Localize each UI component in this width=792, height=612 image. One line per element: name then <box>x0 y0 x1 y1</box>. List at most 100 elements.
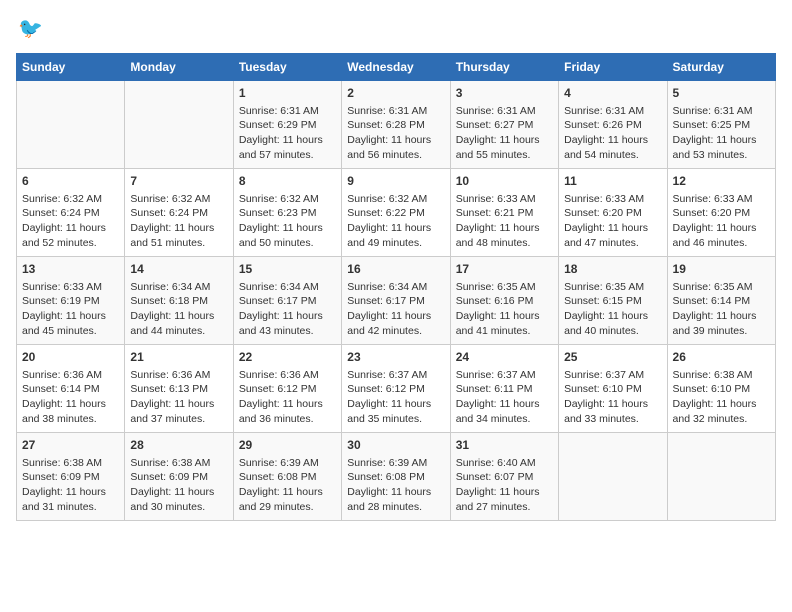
col-header-saturday: Saturday <box>667 54 775 81</box>
day-info: Sunrise: 6:32 AM Sunset: 6:22 PM Dayligh… <box>347 192 444 251</box>
col-header-friday: Friday <box>559 54 667 81</box>
day-number: 24 <box>456 349 553 366</box>
calendar-cell <box>17 81 125 169</box>
day-number: 11 <box>564 173 661 190</box>
calendar-cell: 30 Sunrise: 6:39 AM Sunset: 6:08 PM Dayli… <box>342 433 450 521</box>
day-info: Sunrise: 6:37 AM Sunset: 6:12 PM Dayligh… <box>347 368 444 427</box>
day-number: 25 <box>564 349 661 366</box>
day-number: 1 <box>239 85 336 102</box>
day-info: Sunrise: 6:36 AM Sunset: 6:12 PM Dayligh… <box>239 368 336 427</box>
calendar-cell: 31 Sunrise: 6:40 AM Sunset: 6:07 PM Dayli… <box>450 433 558 521</box>
col-header-wednesday: Wednesday <box>342 54 450 81</box>
day-info: Sunrise: 6:38 AM Sunset: 6:09 PM Dayligh… <box>130 456 227 515</box>
day-number: 19 <box>673 261 770 278</box>
calendar-cell: 12Sunrise: 6:33 AM Sunset: 6:20 PM Dayli… <box>667 169 775 257</box>
day-number: 30 <box>347 437 444 454</box>
day-number: 21 <box>130 349 227 366</box>
day-info: Sunrise: 6:33 AM Sunset: 6:19 PM Dayligh… <box>22 280 119 339</box>
col-header-tuesday: Tuesday <box>233 54 341 81</box>
day-number: 7 <box>130 173 227 190</box>
calendar-week-row: 20Sunrise: 6:36 AM Sunset: 6:14 PM Dayli… <box>17 345 776 433</box>
day-info: Sunrise: 6:34 AM Sunset: 6:17 PM Dayligh… <box>239 280 336 339</box>
day-number: 6 <box>22 173 119 190</box>
calendar-cell: 23 Sunrise: 6:37 AM Sunset: 6:12 PM Dayli… <box>342 345 450 433</box>
calendar-cell: 7 Sunrise: 6:32 AM Sunset: 6:24 PM Daylig… <box>125 169 233 257</box>
calendar-cell: 11 Sunrise: 6:33 AM Sunset: 6:20 PM Dayli… <box>559 169 667 257</box>
col-header-sunday: Sunday <box>17 54 125 81</box>
calendar-cell <box>125 81 233 169</box>
day-info: Sunrise: 6:32 AM Sunset: 6:24 PM Dayligh… <box>130 192 227 251</box>
calendar-cell: 9 Sunrise: 6:32 AM Sunset: 6:22 PM Daylig… <box>342 169 450 257</box>
col-header-thursday: Thursday <box>450 54 558 81</box>
calendar-cell: 25Sunrise: 6:37 AM Sunset: 6:10 PM Dayli… <box>559 345 667 433</box>
day-info: Sunrise: 6:35 AM Sunset: 6:16 PM Dayligh… <box>456 280 553 339</box>
day-info: Sunrise: 6:36 AM Sunset: 6:13 PM Dayligh… <box>130 368 227 427</box>
calendar-week-row: 6 Sunrise: 6:32 AM Sunset: 6:24 PM Daylig… <box>17 169 776 257</box>
day-info: Sunrise: 6:32 AM Sunset: 6:24 PM Dayligh… <box>22 192 119 251</box>
day-info: Sunrise: 6:37 AM Sunset: 6:11 PM Dayligh… <box>456 368 553 427</box>
day-number: 20 <box>22 349 119 366</box>
day-number: 29 <box>239 437 336 454</box>
day-number: 14 <box>130 261 227 278</box>
calendar-table: SundayMondayTuesdayWednesdayThursdayFrid… <box>16 53 776 521</box>
day-info: Sunrise: 6:38 AM Sunset: 6:10 PM Dayligh… <box>673 368 770 427</box>
calendar-cell: 21 Sunrise: 6:36 AM Sunset: 6:13 PM Dayli… <box>125 345 233 433</box>
day-number: 13 <box>22 261 119 278</box>
calendar-cell: 5Sunrise: 6:31 AM Sunset: 6:25 PM Daylig… <box>667 81 775 169</box>
day-info: Sunrise: 6:33 AM Sunset: 6:21 PM Dayligh… <box>456 192 553 251</box>
calendar-cell: 1 Sunrise: 6:31 AM Sunset: 6:29 PM Daylig… <box>233 81 341 169</box>
calendar-cell: 6 Sunrise: 6:32 AM Sunset: 6:24 PM Daylig… <box>17 169 125 257</box>
calendar-cell: 4 Sunrise: 6:31 AM Sunset: 6:26 PM Daylig… <box>559 81 667 169</box>
calendar-cell: 16Sunrise: 6:34 AM Sunset: 6:17 PM Dayli… <box>342 257 450 345</box>
day-number: 4 <box>564 85 661 102</box>
calendar-cell: 22 Sunrise: 6:36 AM Sunset: 6:12 PM Dayli… <box>233 345 341 433</box>
logo: 🐦 <box>16 16 43 41</box>
calendar-cell: 10 Sunrise: 6:33 AM Sunset: 6:21 PM Dayli… <box>450 169 558 257</box>
day-info: Sunrise: 6:32 AM Sunset: 6:23 PM Dayligh… <box>239 192 336 251</box>
calendar-cell: 29 Sunrise: 6:39 AM Sunset: 6:08 PM Dayli… <box>233 433 341 521</box>
calendar-cell: 24 Sunrise: 6:37 AM Sunset: 6:11 PM Dayli… <box>450 345 558 433</box>
day-info: Sunrise: 6:31 AM Sunset: 6:27 PM Dayligh… <box>456 104 553 163</box>
calendar-cell: 8 Sunrise: 6:32 AM Sunset: 6:23 PM Daylig… <box>233 169 341 257</box>
day-number: 16 <box>347 261 444 278</box>
calendar-cell: 26Sunrise: 6:38 AM Sunset: 6:10 PM Dayli… <box>667 345 775 433</box>
day-info: Sunrise: 6:31 AM Sunset: 6:28 PM Dayligh… <box>347 104 444 163</box>
day-info: Sunrise: 6:35 AM Sunset: 6:14 PM Dayligh… <box>673 280 770 339</box>
calendar-week-row: 1 Sunrise: 6:31 AM Sunset: 6:29 PM Daylig… <box>17 81 776 169</box>
day-number: 28 <box>130 437 227 454</box>
day-info: Sunrise: 6:31 AM Sunset: 6:26 PM Dayligh… <box>564 104 661 163</box>
calendar-cell: 15 Sunrise: 6:34 AM Sunset: 6:17 PM Dayli… <box>233 257 341 345</box>
calendar-cell: 13 Sunrise: 6:33 AM Sunset: 6:19 PM Dayli… <box>17 257 125 345</box>
col-header-monday: Monday <box>125 54 233 81</box>
calendar-week-row: 13 Sunrise: 6:33 AM Sunset: 6:19 PM Dayli… <box>17 257 776 345</box>
day-number: 23 <box>347 349 444 366</box>
day-number: 18 <box>564 261 661 278</box>
calendar-cell: 19 Sunrise: 6:35 AM Sunset: 6:14 PM Dayli… <box>667 257 775 345</box>
day-number: 2 <box>347 85 444 102</box>
day-info: Sunrise: 6:38 AM Sunset: 6:09 PM Dayligh… <box>22 456 119 515</box>
day-number: 31 <box>456 437 553 454</box>
calendar-cell: 14 Sunrise: 6:34 AM Sunset: 6:18 PM Dayli… <box>125 257 233 345</box>
day-info: Sunrise: 6:34 AM Sunset: 6:18 PM Dayligh… <box>130 280 227 339</box>
day-number: 22 <box>239 349 336 366</box>
day-number: 17 <box>456 261 553 278</box>
day-number: 10 <box>456 173 553 190</box>
day-info: Sunrise: 6:33 AM Sunset: 6:20 PM Dayligh… <box>564 192 661 251</box>
day-number: 9 <box>347 173 444 190</box>
calendar-cell: 17 Sunrise: 6:35 AM Sunset: 6:16 PM Dayli… <box>450 257 558 345</box>
day-number: 27 <box>22 437 119 454</box>
day-info: Sunrise: 6:39 AM Sunset: 6:08 PM Dayligh… <box>347 456 444 515</box>
page-header: 🐦 <box>16 16 776 41</box>
calendar-cell: 18Sunrise: 6:35 AM Sunset: 6:15 PM Dayli… <box>559 257 667 345</box>
logo-bird-icon: 🐦 <box>18 16 43 41</box>
day-info: Sunrise: 6:40 AM Sunset: 6:07 PM Dayligh… <box>456 456 553 515</box>
day-info: Sunrise: 6:39 AM Sunset: 6:08 PM Dayligh… <box>239 456 336 515</box>
day-number: 8 <box>239 173 336 190</box>
day-info: Sunrise: 6:31 AM Sunset: 6:29 PM Dayligh… <box>239 104 336 163</box>
calendar-cell <box>559 433 667 521</box>
day-number: 5 <box>673 85 770 102</box>
day-number: 12 <box>673 173 770 190</box>
day-number: 15 <box>239 261 336 278</box>
day-number: 3 <box>456 85 553 102</box>
calendar-cell: 3 Sunrise: 6:31 AM Sunset: 6:27 PM Daylig… <box>450 81 558 169</box>
